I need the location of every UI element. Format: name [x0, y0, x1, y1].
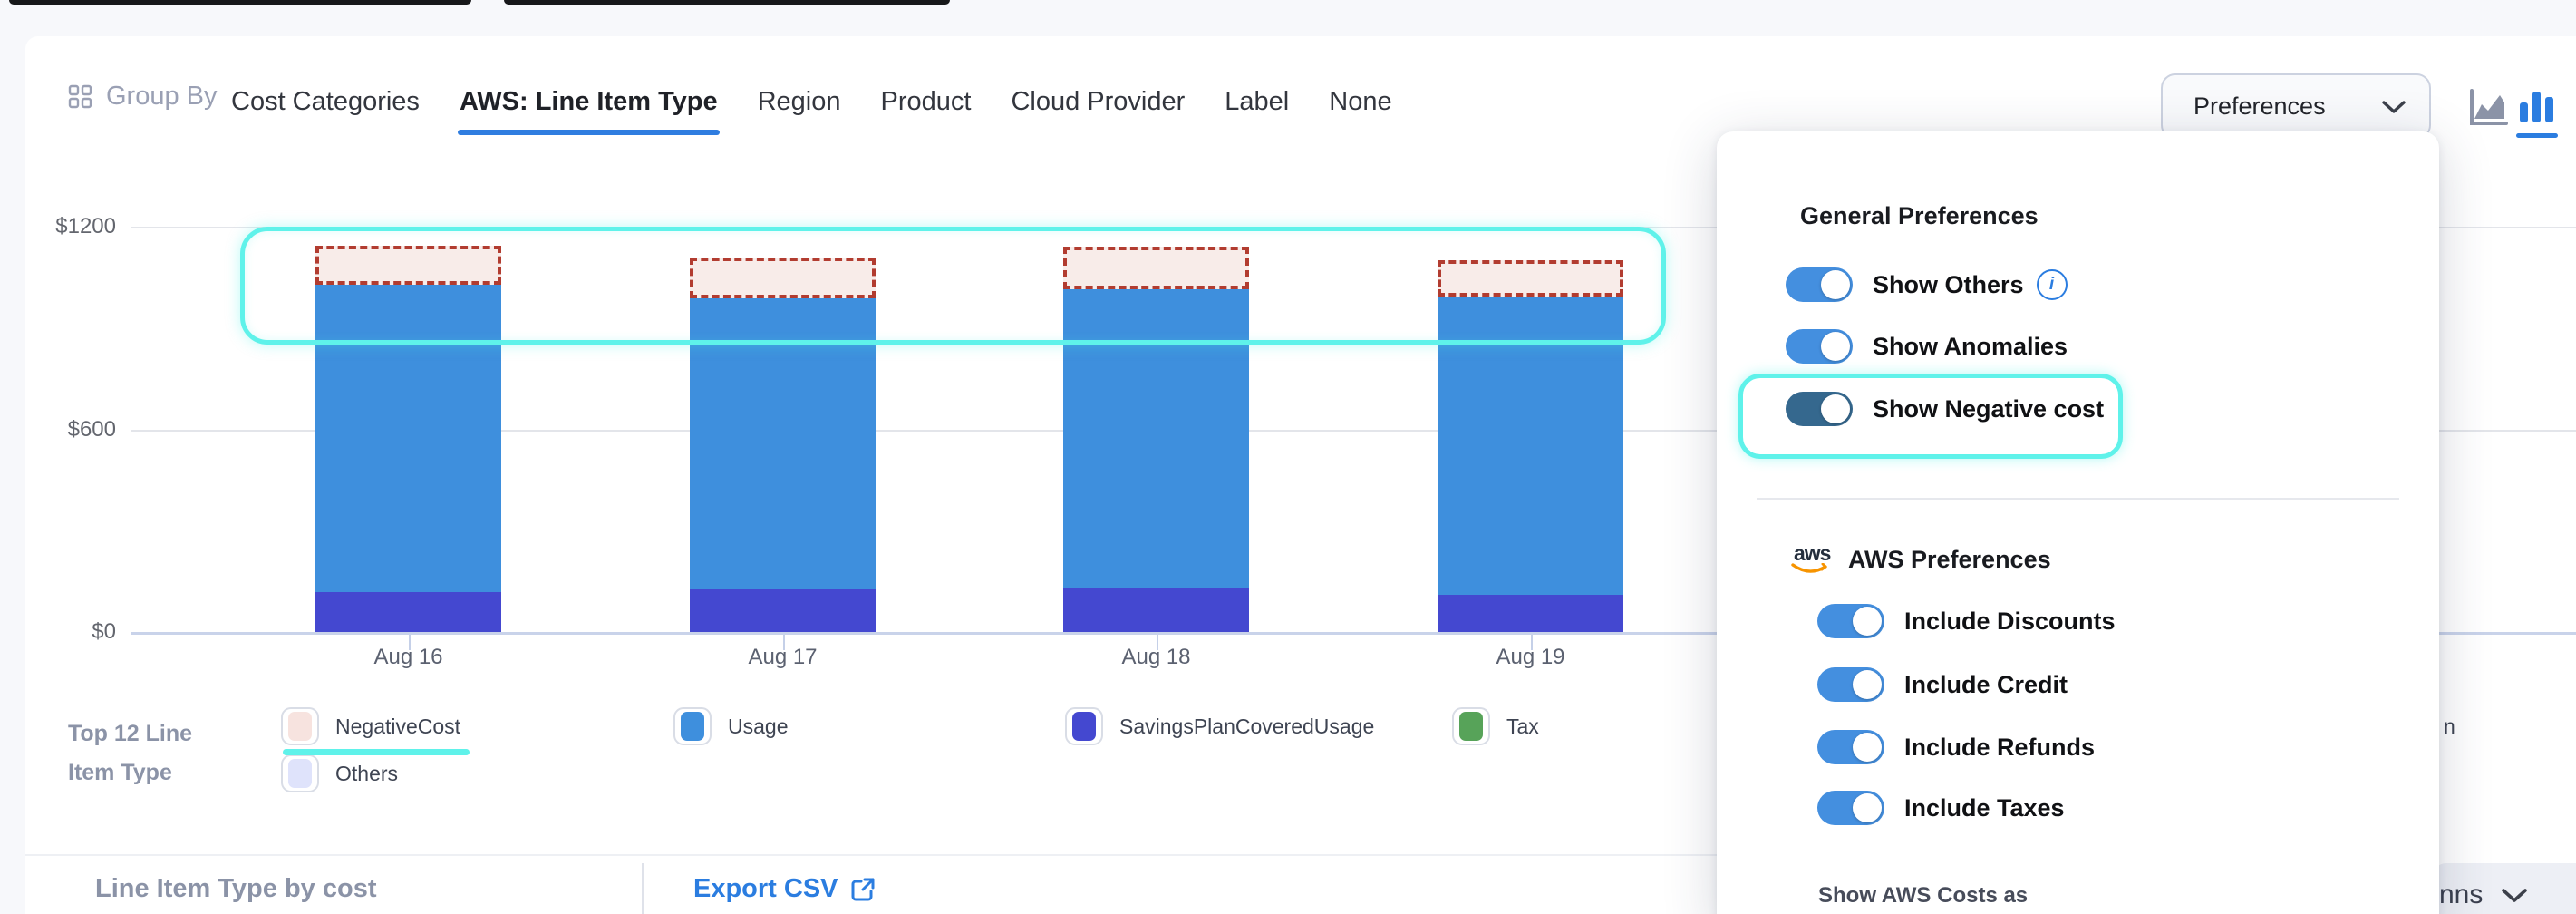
- toggle-row-include-discounts[interactable]: Include Discounts: [1817, 604, 2116, 638]
- bar-chart-glyph: [2516, 86, 2558, 128]
- legend-item-savingsplancoveredusage[interactable]: SavingsPlanCoveredUsage: [1065, 707, 1374, 745]
- bar-aug-19-savingsplancoveredusage[interactable]: [1438, 595, 1623, 632]
- toggle-switch[interactable]: [1817, 667, 1884, 702]
- legend-swatch: [281, 707, 319, 745]
- legend-label: NegativeCost: [335, 715, 460, 739]
- tab-cost-categories[interactable]: Cost Categories: [229, 82, 421, 130]
- toggle-switch[interactable]: [1817, 791, 1884, 825]
- group-by-label-block: Group By: [68, 82, 218, 112]
- toggle-label: Show Anomalies: [1873, 333, 2068, 361]
- legend-item-usage[interactable]: Usage: [673, 707, 788, 745]
- columns-dropdown-button[interactable]: nns: [2432, 863, 2576, 914]
- group-by-tabs: Cost Categories AWS: Line Item Type Region…: [229, 82, 1394, 130]
- section-divider: [25, 854, 1717, 856]
- legend-item-others[interactable]: Others: [281, 754, 398, 792]
- bar-aug-17-savingsplancoveredusage[interactable]: [690, 589, 876, 632]
- area-chart-icon[interactable]: [2467, 86, 2509, 128]
- toggle-row-include-credit[interactable]: Include Credit: [1817, 667, 2068, 702]
- export-csv-label: Export CSV: [693, 874, 838, 904]
- legend-title: Top 12 Line Item Type: [68, 715, 240, 792]
- preferences-dropdown-button[interactable]: Preferences: [2161, 73, 2431, 140]
- toggle-label: Show Others: [1873, 271, 2024, 299]
- y-axis-tick-label: $1200: [33, 214, 116, 239]
- toggle-label: Include Discounts: [1904, 608, 2116, 636]
- show-negative-cost-highlight-box: [1738, 374, 2123, 459]
- toggle-switch[interactable]: [1786, 267, 1853, 302]
- active-chart-type-underline: [2516, 133, 2558, 138]
- aws-preferences-heading: AWS Preferences: [1848, 546, 2051, 574]
- legend-swatch: [281, 754, 319, 792]
- x-axis-label: Aug 16: [373, 645, 442, 670]
- grid-icon: [68, 84, 93, 110]
- preferences-panel: General Preferences Show Others i Show An…: [1717, 131, 2439, 914]
- aws-preferences-header: aws AWS Preferences: [1790, 541, 2051, 578]
- vertical-divider: [642, 863, 644, 914]
- toggle-row-show-others[interactable]: Show Others i: [1786, 267, 2068, 302]
- bar-aug-16-savingsplancoveredusage[interactable]: [315, 592, 501, 632]
- preferences-button-label: Preferences: [2193, 92, 2326, 121]
- toggle-row-include-refunds[interactable]: Include Refunds: [1817, 730, 2095, 764]
- info-icon[interactable]: i: [2037, 269, 2068, 300]
- chevron-down-icon: [2501, 887, 2528, 905]
- negative-cost-highlight-box: [240, 227, 1666, 345]
- legend-swatch: [1065, 707, 1103, 745]
- toggle-switch[interactable]: [1817, 730, 1884, 764]
- tab-product[interactable]: Product: [879, 82, 973, 130]
- chart-card: Group By Cost Categories AWS: Line Item T…: [25, 36, 2576, 914]
- bar-chart-icon[interactable]: [2516, 86, 2558, 139]
- cost-analytics-page: Group By Cost Categories AWS: Line Item T…: [0, 0, 2576, 914]
- legend-cutoff-text: n: [2444, 715, 2455, 739]
- legend-label: Tax: [1506, 715, 1539, 739]
- toggle-label: Include Credit: [1904, 671, 2068, 699]
- external-link-icon: [849, 876, 876, 903]
- browser-tab-remnant: [504, 0, 950, 5]
- legend-item-negativecost[interactable]: NegativeCost: [281, 707, 460, 745]
- tab-none[interactable]: None: [1327, 82, 1393, 130]
- legend-swatch: [1452, 707, 1490, 745]
- x-axis-label: Aug 19: [1496, 645, 1564, 670]
- legend-swatch: [673, 707, 712, 745]
- export-csv-link[interactable]: Export CSV: [693, 874, 876, 904]
- show-aws-costs-as-label: Show AWS Costs as: [1818, 883, 2028, 909]
- toggle-row-show-anomalies[interactable]: Show Anomalies: [1786, 329, 2068, 364]
- toggle-label: Include Refunds: [1904, 734, 2095, 762]
- legend-item-tax[interactable]: Tax: [1452, 707, 1539, 745]
- x-axis-label: Aug 17: [748, 645, 817, 670]
- bar-aug-18-savingsplancoveredusage[interactable]: [1063, 588, 1249, 632]
- toggle-label: Include Taxes: [1904, 794, 2065, 822]
- toggle-switch[interactable]: [1786, 329, 1853, 364]
- group-by-label: Group By: [106, 82, 218, 112]
- x-axis-label: Aug 18: [1121, 645, 1190, 670]
- chevron-down-icon: [2382, 100, 2406, 114]
- aws-logo-icon: aws: [1790, 541, 1834, 578]
- columns-button-label: nns: [2439, 880, 2483, 910]
- negativecost-legend-underline: [283, 749, 470, 755]
- y-axis-tick-label: $600: [33, 417, 116, 442]
- legend-label: SavingsPlanCoveredUsage: [1119, 715, 1374, 739]
- browser-tab-remnant: [9, 0, 471, 5]
- general-preferences-heading: General Preferences: [1800, 202, 2039, 230]
- table-title: Line Item Type by cost: [95, 874, 376, 904]
- tab-aws-line-item-type[interactable]: AWS: Line Item Type: [458, 82, 720, 130]
- tab-cloud-provider[interactable]: Cloud Provider: [1009, 82, 1186, 130]
- tab-label[interactable]: Label: [1223, 82, 1291, 130]
- toggle-row-include-taxes[interactable]: Include Taxes: [1817, 791, 2065, 825]
- panel-divider: [1757, 498, 2399, 500]
- toggle-switch[interactable]: [1817, 604, 1884, 638]
- legend-label: Others: [335, 762, 398, 786]
- legend-label: Usage: [728, 715, 788, 739]
- y-axis-tick-label: $0: [33, 619, 116, 645]
- tab-region[interactable]: Region: [756, 82, 843, 130]
